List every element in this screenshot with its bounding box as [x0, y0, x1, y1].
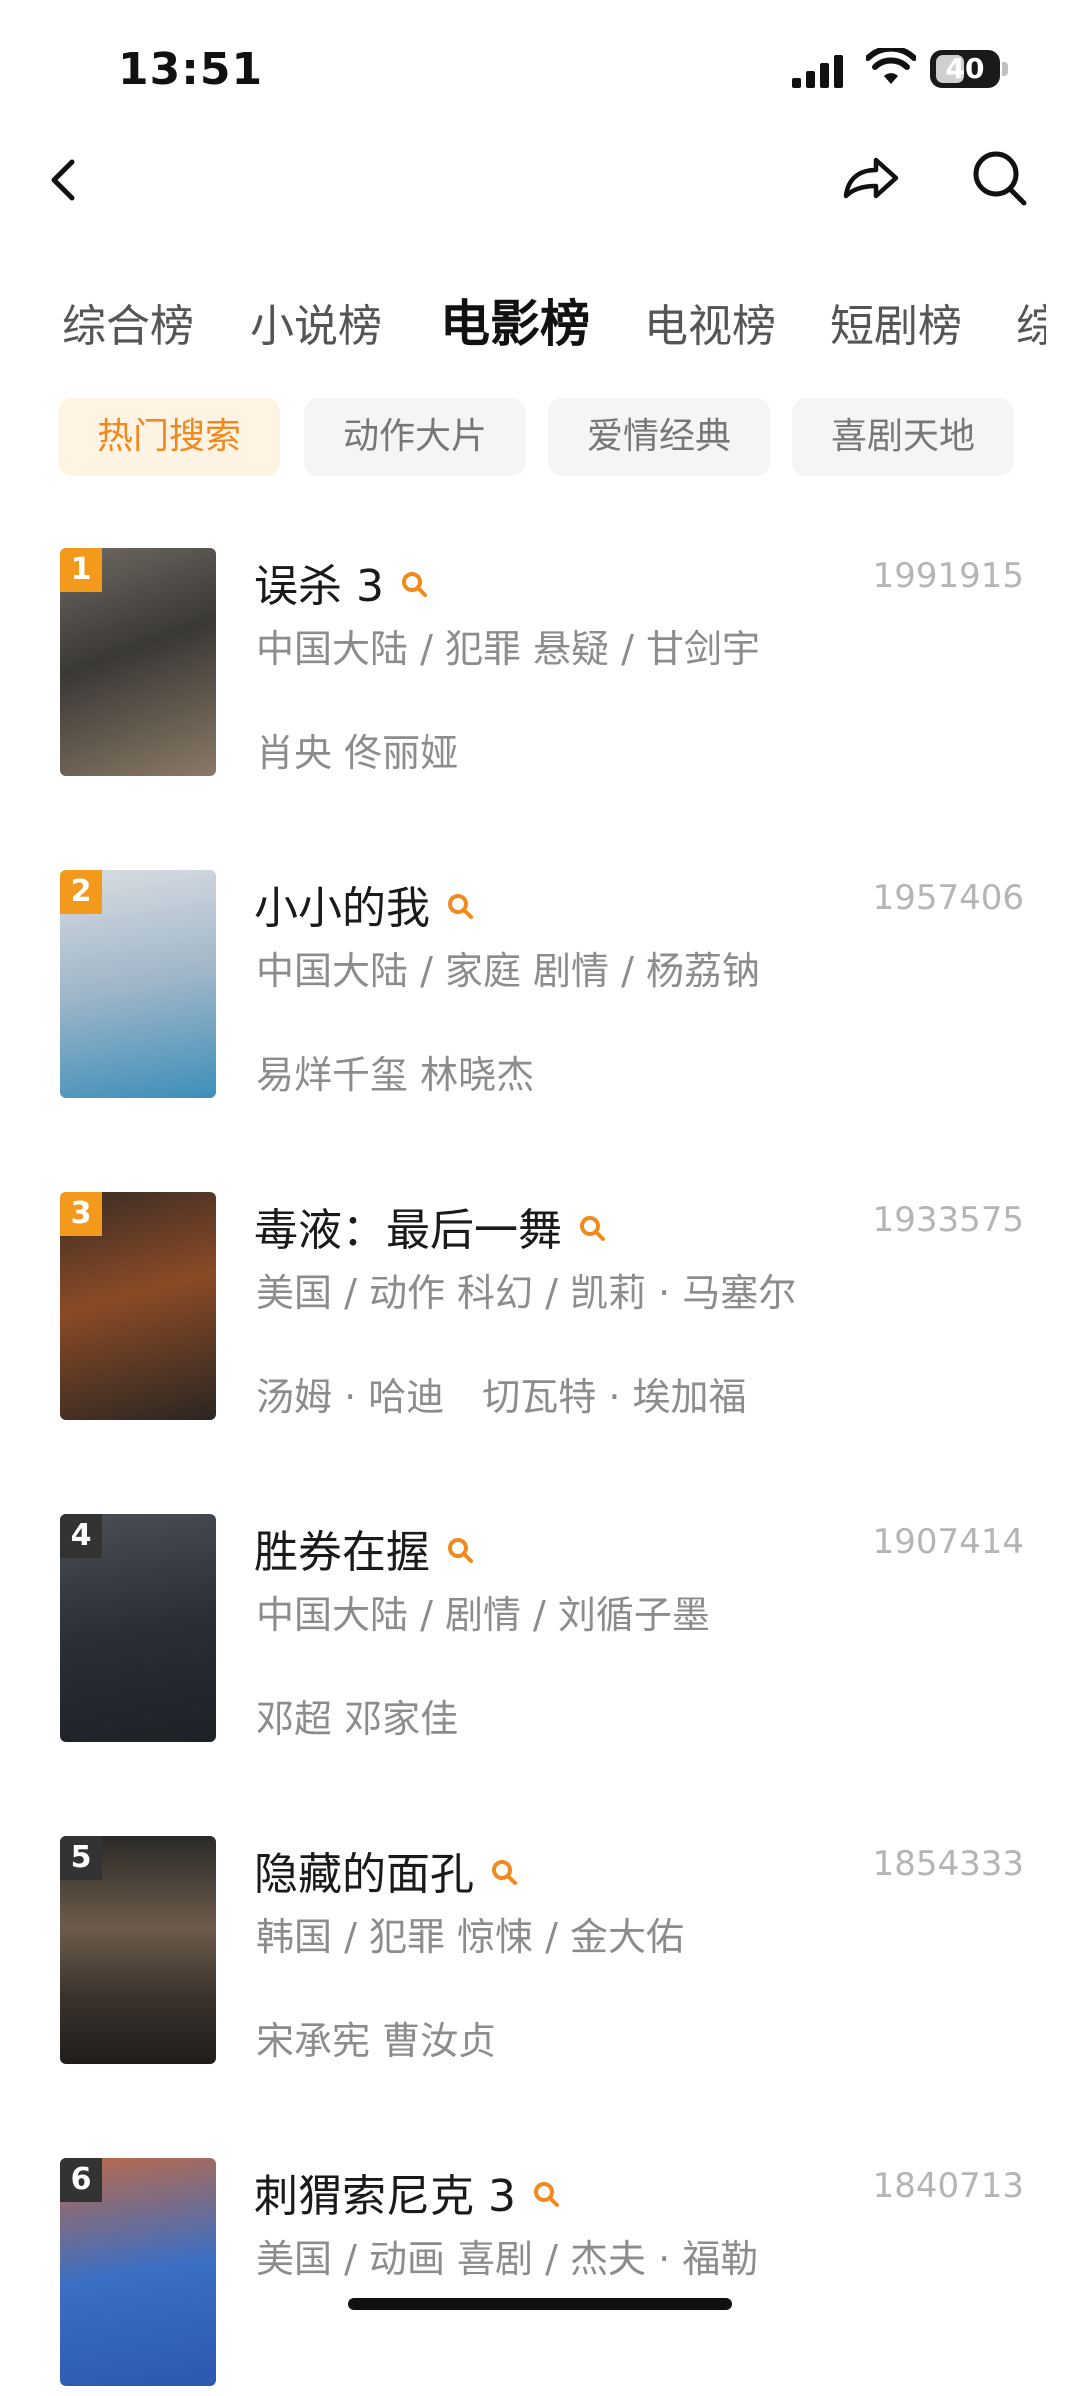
share-icon[interactable]: [838, 146, 904, 210]
movie-poster: 1: [60, 548, 216, 776]
movie-title: 隐藏的面孔: [254, 1838, 520, 1902]
movie-title-text: 隐藏的面孔: [254, 1849, 474, 1900]
movie-poster: 5: [60, 1836, 216, 2064]
movie-poster: 3: [60, 1192, 216, 1420]
search-icon: [401, 572, 427, 597]
movie-poster: 2: [60, 870, 216, 1098]
cellular-signal-icon: [792, 55, 843, 88]
search-count: 1991915: [872, 556, 1024, 596]
movie-info: 中国大陆 / 家庭 剧情 / 杨荔钠: [256, 949, 761, 993]
tab-movie[interactable]: 电影榜: [440, 290, 590, 356]
list-item[interactable]: 3 毒液：最后一舞 1933575 美国 / 动作 科幻 / 凯莉 · 马塞尔 …: [0, 1190, 1080, 1430]
movie-info: 韩国 / 犯罪 惊悚 / 金大佑: [256, 1915, 685, 1959]
search-count: 1957406: [872, 878, 1024, 918]
search-count: 1840713: [872, 2166, 1024, 2206]
tab-tv[interactable]: 电视榜: [644, 290, 776, 354]
movie-title: 小小的我: [254, 872, 476, 936]
movie-title-text: 刺猬索尼克 3: [254, 2171, 516, 2222]
movie-title-text: 毒液：最后一舞: [254, 1205, 562, 1256]
home-indicator[interactable]: [348, 2298, 732, 2310]
search-icon: [448, 894, 473, 919]
chip-action[interactable]: 动作大片: [304, 398, 526, 476]
movie-cast: 邓超 邓家佳: [256, 1697, 459, 1741]
search-icon: [533, 2182, 559, 2207]
movie-title: 胜券在握: [254, 1516, 476, 1580]
rank-badge: 6: [60, 2158, 102, 2202]
battery-level: 40: [945, 52, 985, 85]
chip-comedy[interactable]: 喜剧天地: [792, 398, 1014, 476]
back-button[interactable]: [40, 142, 90, 218]
list-item[interactable]: 4 胜券在握 1907414 中国大陆 / 剧情 / 刘循子墨 邓超 邓家佳: [0, 1512, 1080, 1752]
search-count: 1907414: [872, 1522, 1024, 1562]
tab-short-drama[interactable]: 短剧榜: [830, 290, 962, 354]
tab-variety-partial[interactable]: 综: [1016, 290, 1046, 354]
list-item[interactable]: 1 误杀 3 1991915 中国大陆 / 犯罪 悬疑 / 甘剑宇 肖央 佟丽娅: [0, 546, 1080, 786]
rank-badge: 1: [60, 548, 102, 592]
movie-cast: 宋承宪 曹汝贞: [256, 2019, 497, 2063]
rank-badge: 2: [60, 870, 102, 914]
movie-cast: 易烊千玺 林晓杰: [256, 1053, 535, 1097]
movie-info: 中国大陆 / 犯罪 悬疑 / 甘剑宇: [256, 627, 761, 671]
movie-title: 刺猬索尼克 3: [254, 2160, 562, 2224]
battery-icon: 40: [930, 50, 1008, 90]
movie-info: 美国 / 动作 科幻 / 凯莉 · 马塞尔: [256, 1271, 797, 1315]
movie-cast: 汤姆 · 哈迪 切瓦特 · 埃加福: [256, 1375, 747, 1419]
search-icon: [580, 1216, 605, 1241]
tab-novel[interactable]: 小说榜: [250, 290, 382, 354]
search-count: 1933575: [872, 1200, 1024, 1240]
movie-poster: 6: [60, 2158, 216, 2386]
status-time: 13:51: [118, 44, 264, 95]
list-item[interactable]: 6 刺猬索尼克 3 1840713 美国 / 动画 喜剧 / 杰夫 · 福勒: [0, 2156, 1080, 2396]
movie-title-text: 小小的我: [254, 883, 430, 934]
filter-chips: 热门搜索 动作大片 爱情经典 喜剧天地: [0, 398, 1080, 478]
search-icon[interactable]: [968, 146, 1034, 210]
movie-title-text: 误杀 3: [254, 561, 384, 612]
search-count: 1854333: [872, 1844, 1024, 1884]
movie-info: 中国大陆 / 剧情 / 刘循子墨: [256, 1593, 710, 1637]
rank-badge: 4: [60, 1514, 102, 1558]
search-icon: [492, 1860, 517, 1885]
list-item[interactable]: 2 小小的我 1957406 中国大陆 / 家庭 剧情 / 杨荔钠 易烊千玺 林…: [0, 868, 1080, 1108]
chip-hot-search[interactable]: 热门搜索: [58, 398, 280, 476]
movie-cast: 肖央 佟丽娅: [256, 731, 459, 775]
movie-poster: 4: [60, 1514, 216, 1742]
rank-badge: 5: [60, 1836, 102, 1880]
list-item[interactable]: 5 隐藏的面孔 1854333 韩国 / 犯罪 惊悚 / 金大佑 宋承宪 曹汝贞: [0, 1834, 1080, 2074]
tab-overall[interactable]: 综合榜: [62, 290, 194, 354]
movie-title: 毒液：最后一舞: [254, 1194, 608, 1258]
movie-title-text: 胜券在握: [254, 1527, 430, 1578]
category-tabs: 综合榜 小说榜 电影榜 电视榜 短剧榜 综: [0, 290, 1080, 360]
search-icon: [448, 1538, 473, 1563]
rank-badge: 3: [60, 1192, 102, 1236]
chip-romance[interactable]: 爱情经典: [548, 398, 770, 476]
movie-info: 美国 / 动画 喜剧 / 杰夫 · 福勒: [256, 2237, 759, 2281]
movie-title: 误杀 3: [254, 550, 430, 614]
status-bar: 13:51 40: [0, 0, 1080, 140]
wifi-icon: [866, 48, 916, 84]
